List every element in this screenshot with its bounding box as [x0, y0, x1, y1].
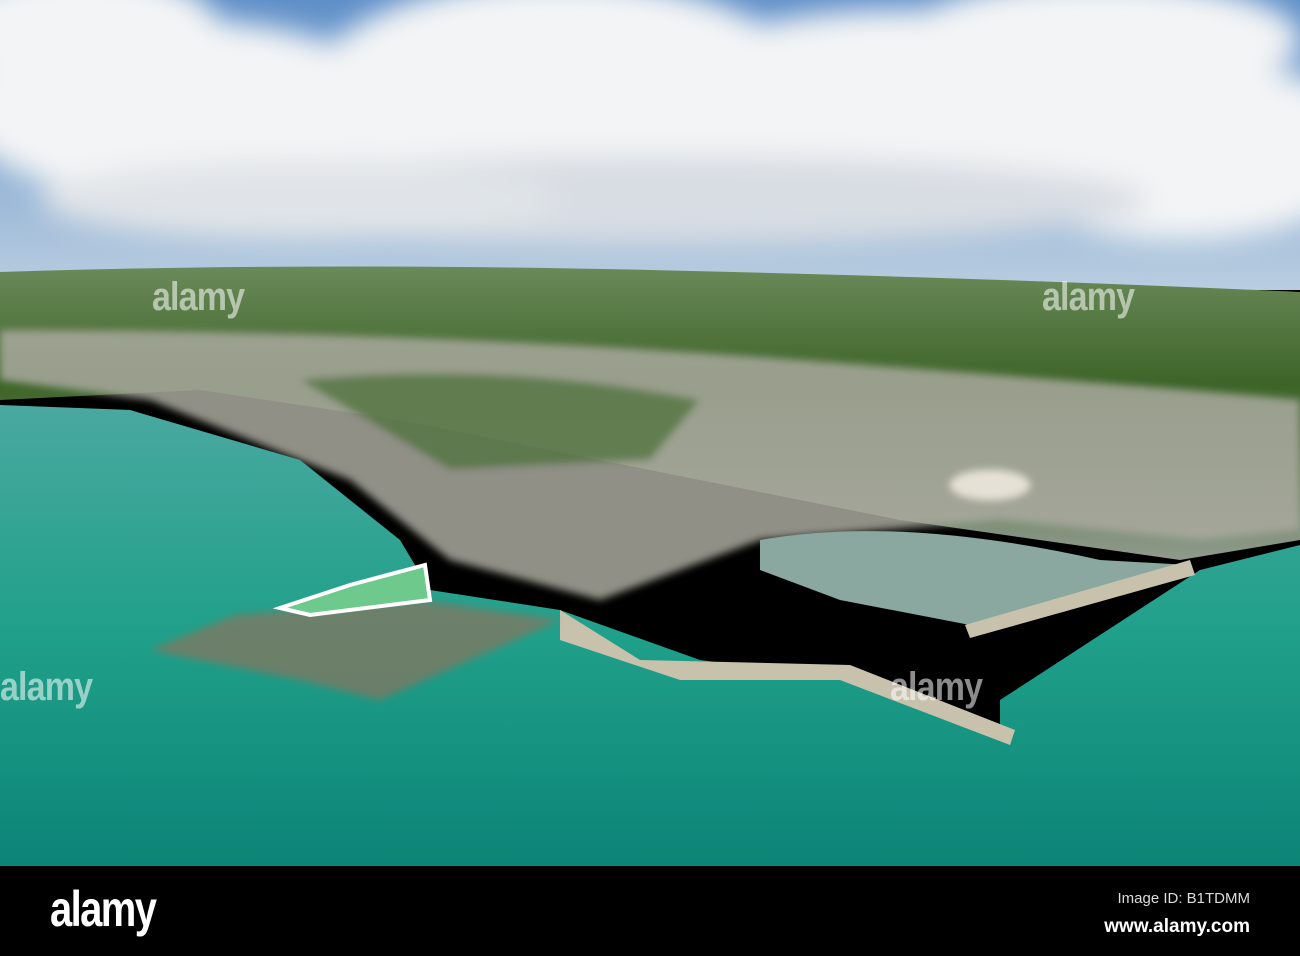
clouds [0, 0, 1300, 245]
alamy-logo: alamy [50, 881, 157, 937]
watermark: alamy [0, 665, 93, 709]
watermark: alamy [890, 665, 983, 709]
site-link[interactable]: www.alamy.com [1104, 916, 1250, 938]
image-id: Image ID: B1TDMM [1117, 890, 1250, 907]
aerial-photo [0, 0, 1300, 866]
stock-photo: alamy alamy alamy alamy alamy Image ID: … [0, 0, 1300, 956]
watermark: alamy [152, 275, 245, 319]
footer-bar: alamy Image ID: B1TDMM www.alamy.com [0, 866, 1300, 956]
watermark: alamy [1042, 275, 1135, 319]
